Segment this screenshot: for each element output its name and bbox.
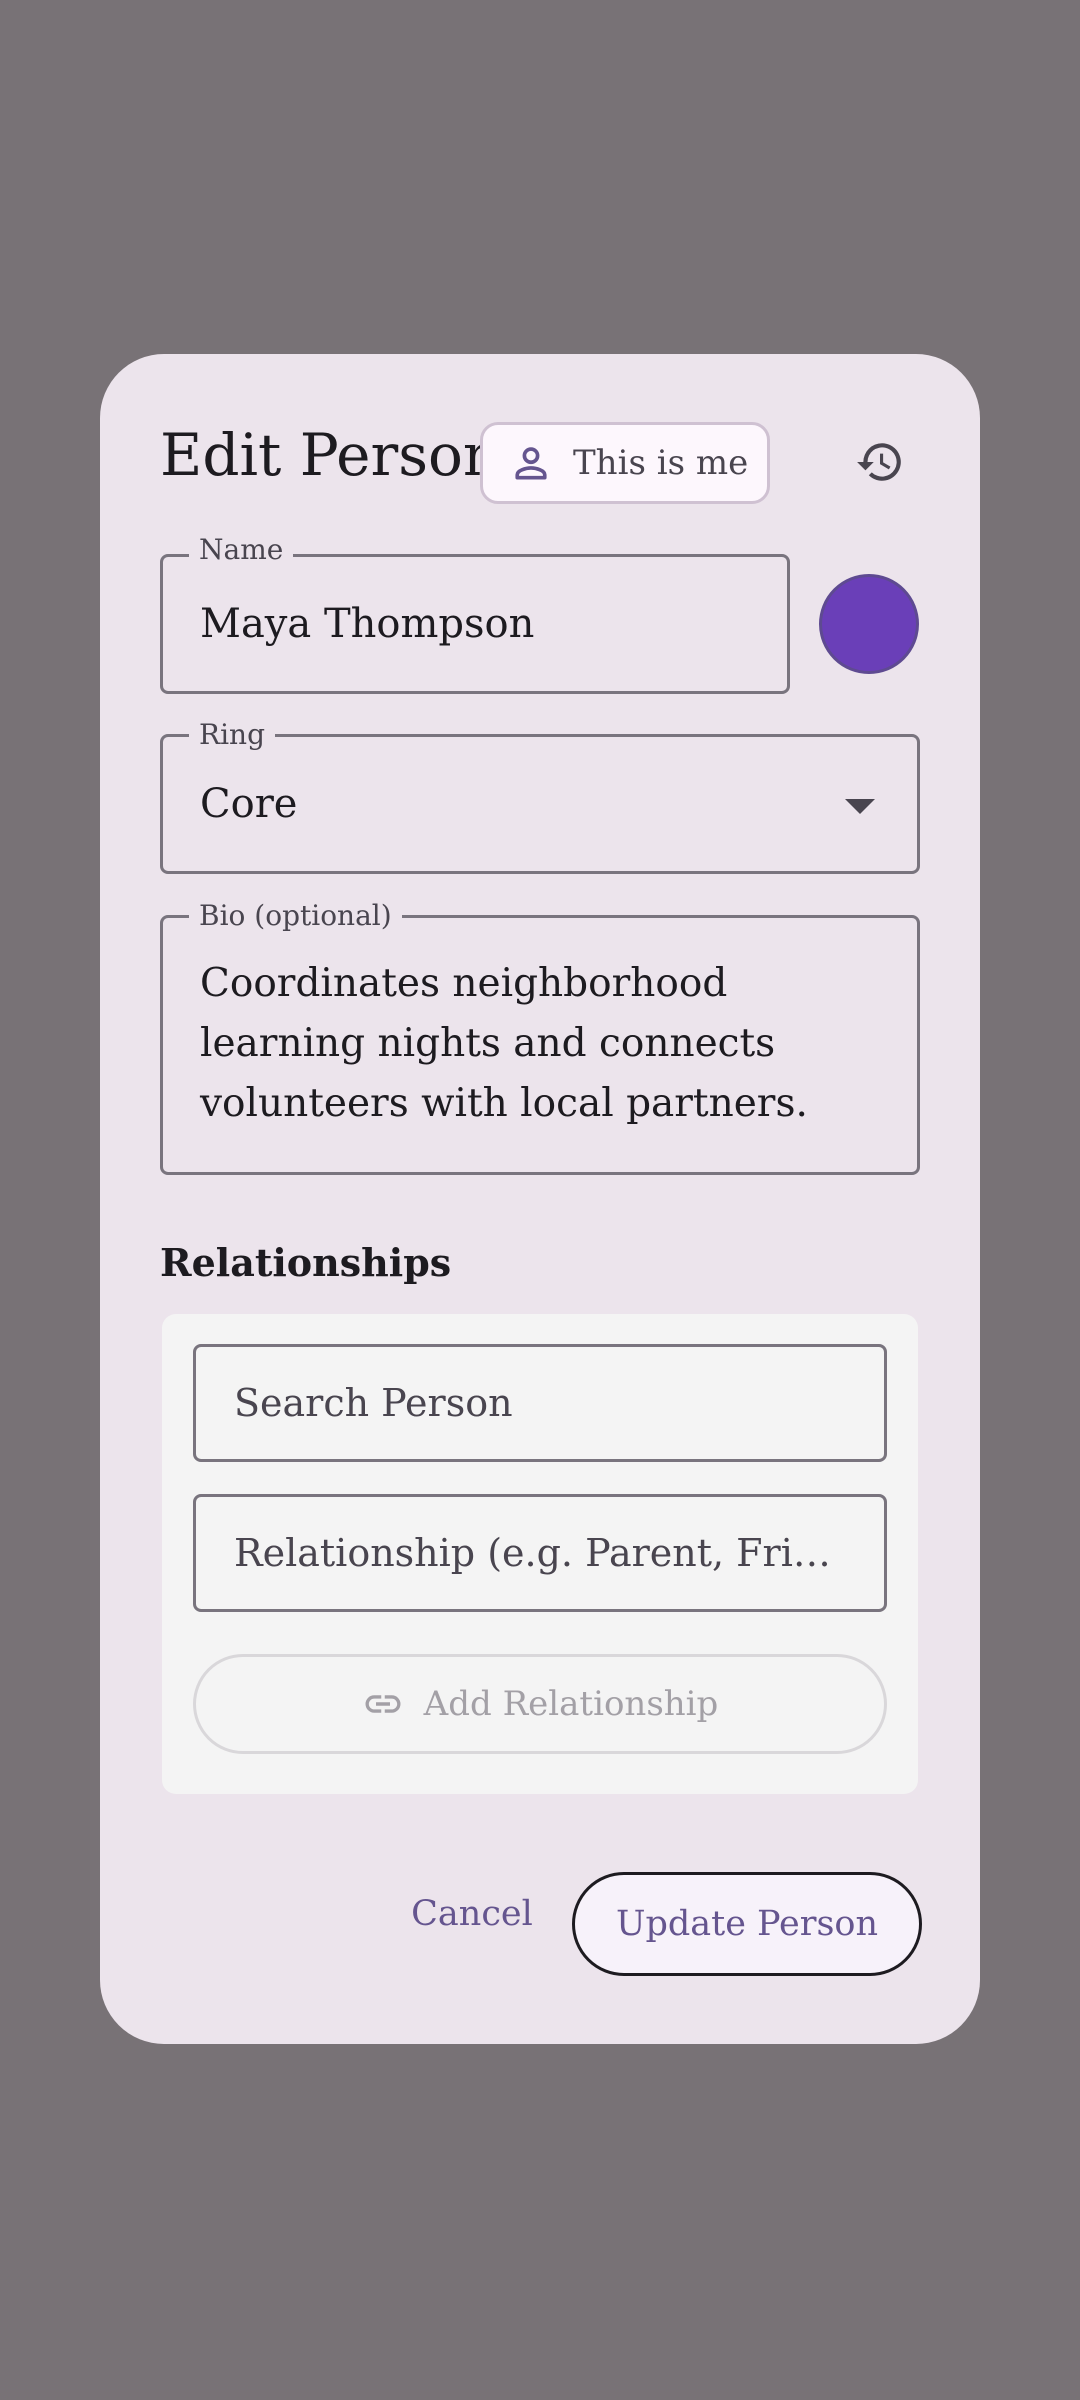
relationship-type-input[interactable]	[193, 1494, 887, 1612]
add-relationship-label: Add Relationship	[423, 1684, 719, 1724]
relationships-heading: Relationships	[160, 1240, 452, 1285]
update-person-button[interactable]: Update Person	[572, 1872, 922, 1976]
edit-person-dialog: Edit Person This is me Name Maya Thompso…	[100, 354, 980, 2044]
ring-dropdown[interactable]: Ring Core	[160, 715, 920, 874]
this-is-me-chip[interactable]: This is me	[480, 422, 770, 504]
name-field-label: Name	[189, 533, 294, 565]
person-icon	[509, 441, 553, 485]
relationships-card: Add Relationship	[162, 1314, 918, 1794]
add-relationship-button[interactable]: Add Relationship	[193, 1654, 887, 1754]
ring-field-label: Ring	[189, 715, 275, 755]
bio-field-value: Coordinates neighborhood learning nights…	[200, 961, 808, 1126]
dialog-title: Edit Person	[160, 421, 501, 489]
history-button[interactable]	[840, 424, 920, 504]
ring-field-value: Core	[200, 781, 298, 827]
bio-field-label: Bio (optional)	[189, 896, 402, 936]
name-field-value: Maya Thompson	[200, 601, 535, 647]
bio-field[interactable]: Bio (optional) Coordinates neighborhood …	[160, 896, 920, 1175]
cancel-button[interactable]: Cancel	[400, 1874, 544, 1954]
name-field[interactable]: Name Maya Thompson	[160, 533, 790, 694]
this-is-me-label: This is me	[573, 443, 749, 483]
color-picker-swatch[interactable]	[819, 574, 919, 674]
history-icon	[855, 437, 905, 491]
dropdown-arrow-icon	[845, 799, 875, 814]
search-person-input[interactable]	[193, 1344, 887, 1462]
link-icon	[362, 1683, 404, 1725]
